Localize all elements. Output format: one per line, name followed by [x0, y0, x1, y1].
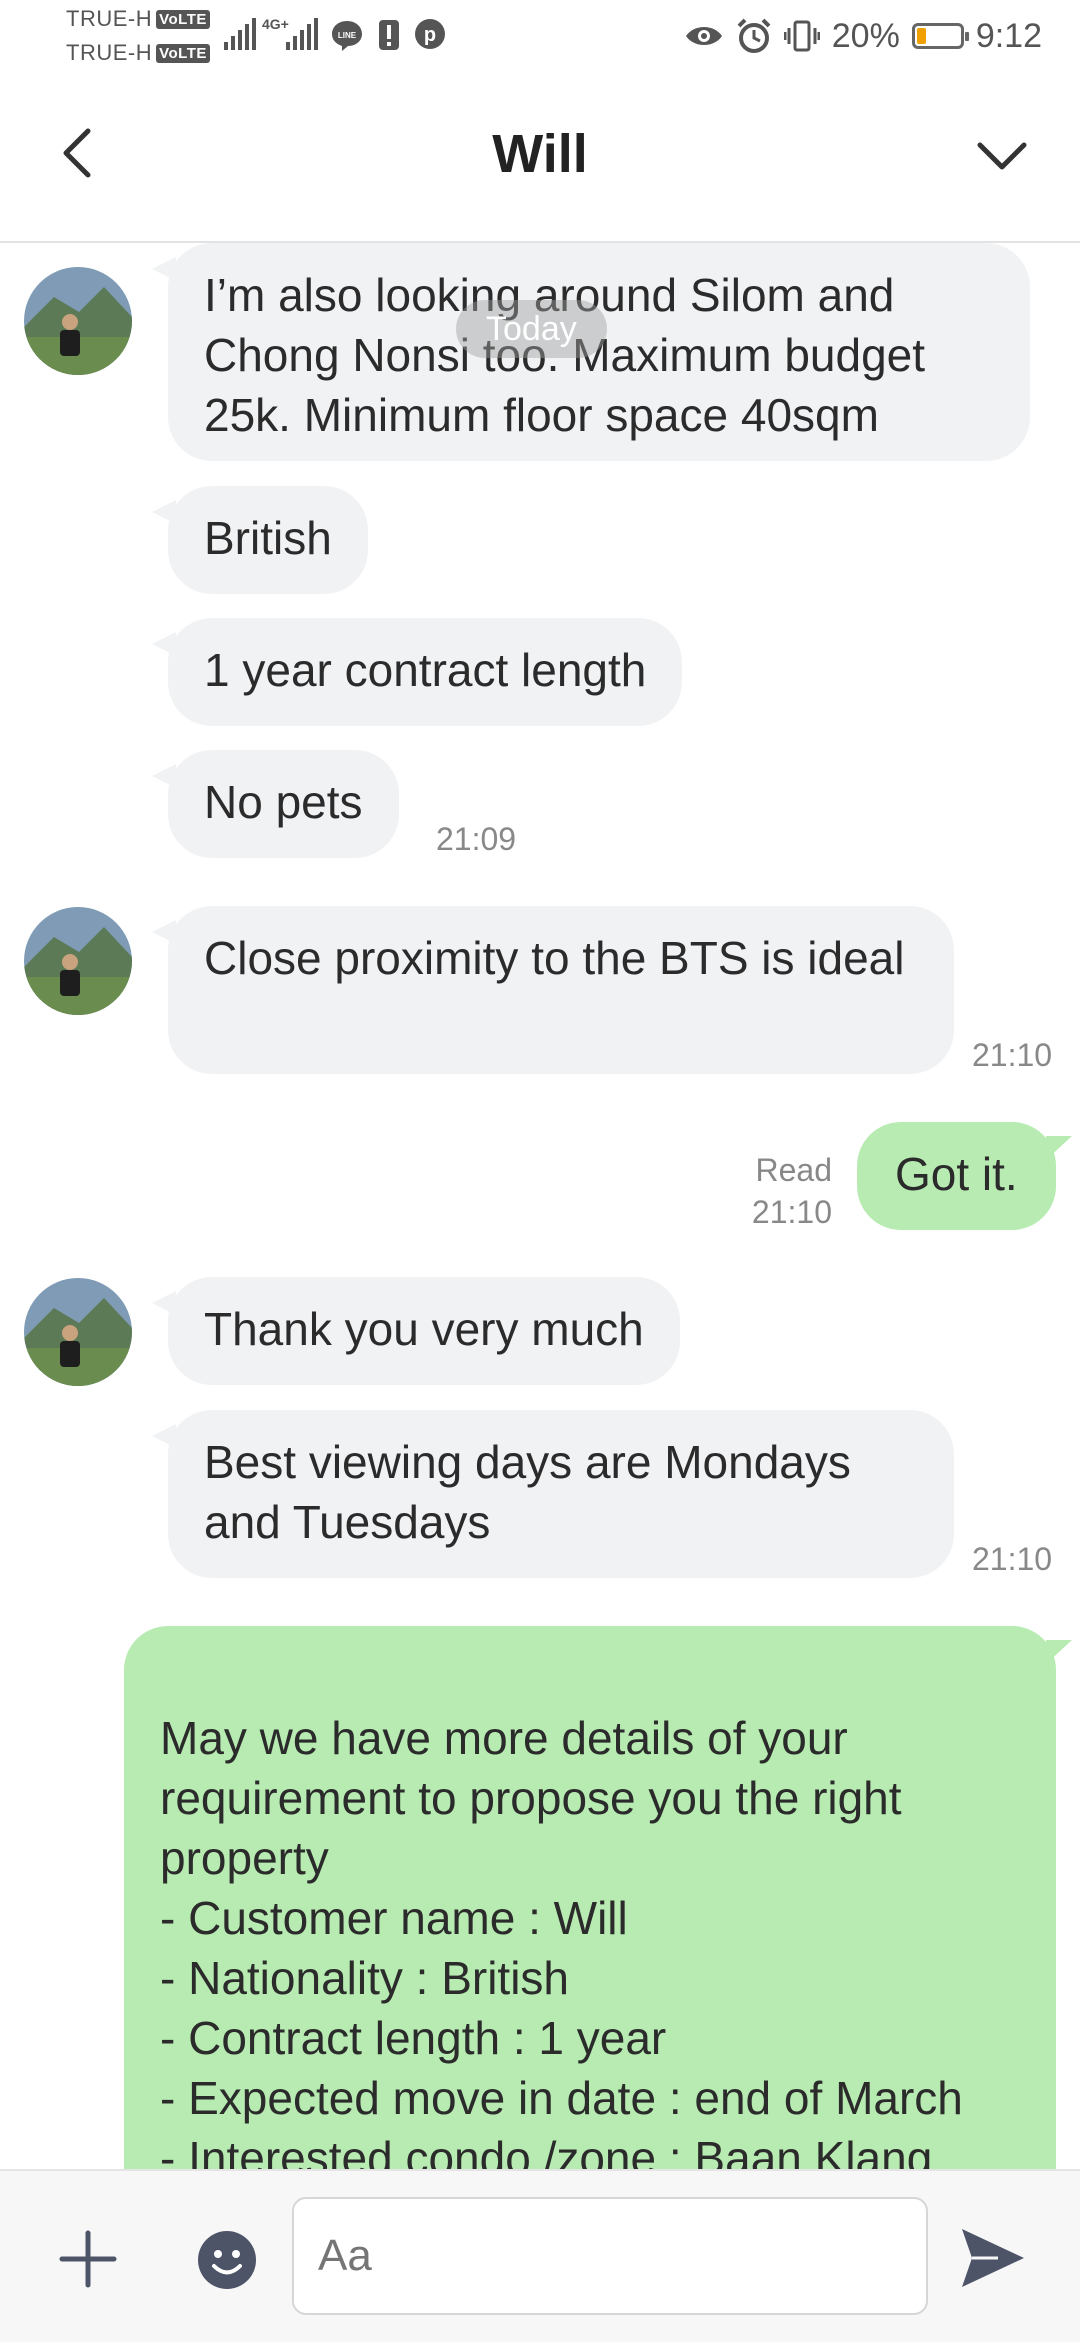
message-text: Got it.	[895, 1148, 1018, 1200]
contact-avatar-image	[24, 907, 132, 1015]
message-bubble-outgoing[interactable]: Got it.	[857, 1122, 1072, 1230]
message-bubble[interactable]: Best viewing days are Mondays and Tuesda…	[152, 1410, 954, 1578]
date-separator: Today	[456, 300, 607, 358]
message-text: Thank you very much	[204, 1303, 644, 1355]
message-text: Best viewing days are Mondays and Tuesda…	[204, 1436, 851, 1548]
message-time: 21:09	[436, 821, 517, 857]
send-icon[interactable]	[958, 2225, 1028, 2291]
alarm-icon	[737, 18, 771, 53]
message-time: 21:10	[751, 1194, 832, 1230]
chat-header: Will	[0, 75, 1080, 243]
message-bubble[interactable]: British	[152, 486, 368, 594]
message-bubble[interactable]: I’m also looking around Silom and Chong …	[152, 243, 1030, 461]
clock: 9:12	[975, 16, 1042, 55]
volte-badge-1: VoLTE	[156, 10, 210, 29]
eye-icon	[685, 27, 722, 45]
message-bubble-outgoing[interactable]: May we have more details of your require…	[124, 1626, 1072, 2169]
read-label: Read	[755, 1152, 833, 1188]
signal-icon	[224, 18, 256, 50]
avatar[interactable]	[24, 907, 132, 1015]
carrier-1-label: TRUE-H	[66, 6, 153, 31]
emoji-icon[interactable]	[196, 2229, 258, 2291]
battery-percent: 20%	[831, 16, 900, 55]
carrier-2: TRUE-H VoLTE	[66, 40, 210, 66]
contact-avatar-image	[24, 1278, 132, 1386]
plus-icon[interactable]	[56, 2227, 120, 2291]
carrier-1: TRUE-H VoLTE	[66, 6, 210, 32]
message-bubble[interactable]: No pets	[152, 750, 399, 858]
alert-icon	[379, 20, 399, 50]
vibrate-icon	[783, 20, 820, 52]
message-text: No pets	[204, 776, 363, 828]
carrier-2-label: TRUE-H	[66, 40, 153, 65]
message-composer	[0, 2169, 1080, 2342]
message-bubble[interactable]: Thank you very much	[152, 1277, 680, 1385]
battery-icon	[911, 23, 969, 49]
message-time: 21:10	[972, 1541, 1053, 1577]
message-bubble[interactable]: Close proximity to the BTS is ideal	[152, 906, 954, 1074]
line-app-icon: LINE	[332, 21, 362, 51]
read-receipt: Read 21:10	[720, 1149, 832, 1233]
chat-title: Will	[492, 124, 588, 184]
avatar[interactable]	[24, 1278, 132, 1386]
status-right-group: 20% 9:12	[684, 14, 1042, 58]
contact-avatar-image	[24, 267, 132, 375]
message-list[interactable]: I’m also looking around Silom and Chong …	[0, 243, 1080, 2169]
status-bar: TRUE-H VoLTE TRUE-H VoLTE 4G+ LINE p 20% 9…	[0, 0, 1080, 75]
message-text: Close proximity to the BTS is ideal	[204, 932, 905, 984]
message-input[interactable]	[292, 2197, 928, 2315]
svg-text:LINE: LINE	[338, 31, 357, 40]
message-time: 21:10	[972, 1037, 1053, 1073]
message-text: May we have more details of your require…	[160, 1712, 963, 2169]
message-bubble[interactable]: 1 year contract length	[151, 618, 683, 726]
volte-badge-2: VoLTE	[156, 44, 210, 63]
battery-fill	[916, 28, 926, 44]
svg-text:p: p	[424, 24, 436, 46]
avatar[interactable]	[24, 267, 132, 375]
chevron-down-icon[interactable]	[972, 125, 1032, 185]
signal-icon-2	[286, 18, 318, 50]
message-text: 1 year contract length	[204, 644, 647, 696]
message-text: British	[204, 512, 332, 564]
pinterest-icon: p	[415, 19, 445, 49]
